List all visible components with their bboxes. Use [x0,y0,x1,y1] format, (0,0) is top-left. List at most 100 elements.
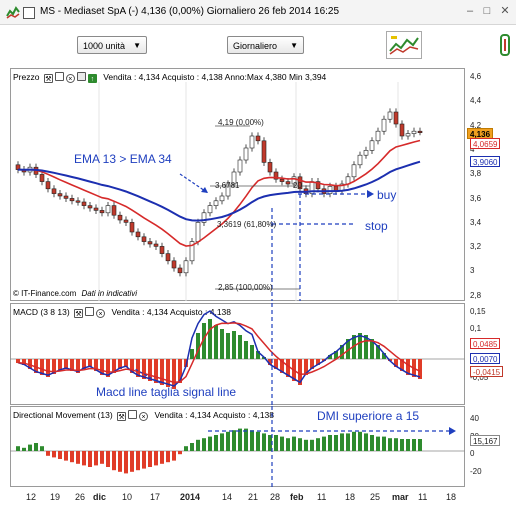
price-label-top: 4,19 (0,00%) [218,118,264,127]
candle-body [63,195,69,199]
candle-body [237,159,243,173]
dm-bar [322,436,326,451]
dm-bar [142,451,146,469]
credit-right: Dati in indicativi [81,289,138,298]
x-tick-label: 14 [222,492,233,502]
price-y-tick: 3,4 [470,217,482,227]
dm-bar [280,436,284,451]
dm-bar [406,439,410,451]
candle-body [207,205,213,214]
dm-bar [208,436,212,451]
candle-body [195,222,201,242]
dm-bar [106,451,110,467]
candle-body [369,140,375,151]
chevron-down-icon: ▼ [290,41,298,50]
x-tick-label: 2014 [180,492,201,502]
price-label-fib1: 3,6781 [215,181,240,190]
candle-body [381,118,387,132]
dm-bar [178,451,182,455]
dm-bar [400,439,404,451]
macd-signal-tag: 0,0485 [470,338,501,349]
dm-bar [298,438,302,451]
dm-bar [358,431,362,451]
ema34-tag: 3,9060 [470,156,501,167]
macd-hist-bar [166,359,170,387]
dm-y-tick: -20 [470,466,482,476]
macd-hist-bar [226,333,230,359]
dm-bar [310,439,314,451]
x-tick-label: 18 [345,492,356,502]
dm-bar [28,444,32,451]
dm-bar [274,435,278,451]
price-y-axis: 4,64,44,243,83,63,43,232,8 [468,68,512,301]
x-tick-label: mar [392,492,409,502]
dm-bar [346,433,350,451]
dm-bar [376,436,380,451]
title-bar: MS - Mediaset SpA (-) 4,136 (0,00%) Gior… [0,0,516,25]
dm-bar [334,435,338,451]
candle-body [213,200,219,206]
dm-bar [220,433,224,451]
price-y-tick: 3,8 [470,169,482,179]
ema34-line [17,160,421,222]
dm-bar [100,451,104,464]
credit: © IT-Finance.com Dati in indicativi [13,289,137,298]
dm-bar [370,435,374,451]
candle-body [111,205,117,216]
dm-bar [256,431,260,451]
bar-chart-icon [23,7,35,19]
maximize-button[interactable]: □ [479,4,495,18]
x-tick-label: 18 [446,492,457,502]
close-button[interactable]: ✕ [497,4,513,18]
units-select[interactable]: 1000 unità ▼ [77,36,147,54]
price-label-fib3: 2,85 (100,00%) [218,283,273,292]
dm-bar [64,451,68,461]
dm-bar [88,451,92,467]
dm-bar [112,451,116,471]
dm-bar [244,428,248,451]
dm-bar [82,451,86,466]
credit-left: © IT-Finance.com [13,289,77,298]
price-y-tick: 4,6 [470,72,482,81]
dm-panel: Directional Movement (13) ⚒ × Vendita : 4… [10,406,512,488]
price-y-tick: 2,8 [470,290,482,300]
x-tick-label: 25 [370,492,381,502]
arrow-head [367,190,374,198]
candle-body [57,193,63,197]
period-select[interactable]: Giornaliero ▼ [227,36,304,54]
dm-bar [166,451,170,463]
candle-body [411,130,417,134]
x-tick-label: 19 [50,492,61,502]
candle-body [81,201,87,206]
dm-bar [34,443,38,451]
macd-hist-bar [220,329,224,359]
candle-body [399,123,405,137]
macd-hist-bar [232,331,236,359]
dm-bar [292,436,296,451]
dm-bar [328,435,332,451]
candle-body [141,236,147,242]
arrow-head [449,427,456,435]
price-y-tick: 3,2 [470,242,482,252]
dm-bar [214,435,218,451]
toolbar: 1000 unità ▼ Giornaliero ▼ [0,25,516,63]
x-tick-label: 11 [317,492,327,502]
annotation-macd: Macd line taglia signal line [96,385,237,399]
x-axis: 12 19 26 dic 10 17 2014 14 21 28 feb 11 18 25 mar 11 18 [10,490,465,508]
candle-body [393,111,399,125]
dm-bar [124,451,128,474]
dm-bar [352,431,356,451]
indicator-chart-icon[interactable] [386,31,422,59]
candle-body [117,214,123,221]
candle-body [279,178,285,182]
candle-body [405,133,411,137]
dm-bar [196,439,200,451]
macd-y-tick: 0,15 [470,307,486,316]
candle-body [219,195,225,202]
dm-bar [40,446,44,451]
minimize-button[interactable]: – [462,4,478,18]
dm-bar [16,446,20,451]
period-select-value: Giornaliero [233,41,278,51]
candle-body [87,205,93,209]
side-tool-icon[interactable] [497,33,513,57]
